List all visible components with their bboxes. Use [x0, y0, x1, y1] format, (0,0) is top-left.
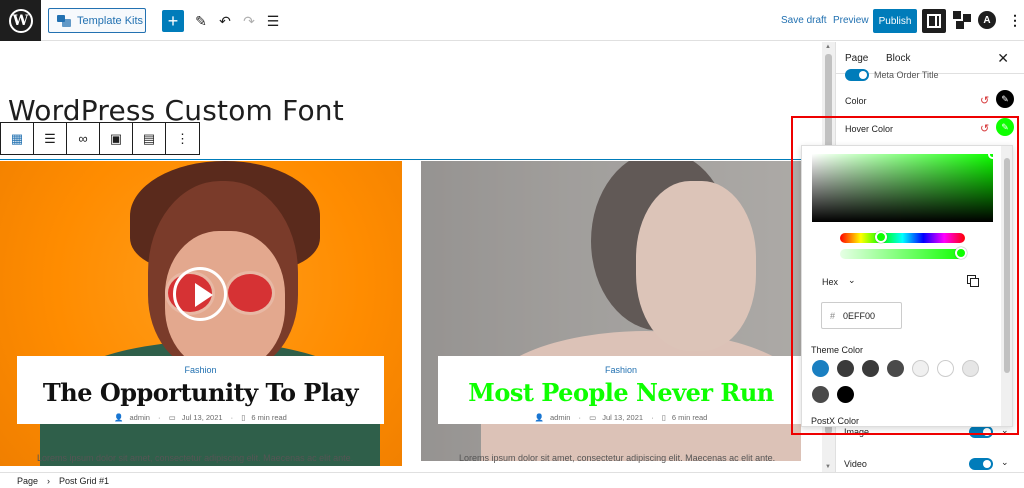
breadcrumb-page[interactable]: Page: [17, 476, 38, 486]
read-time-icon: ▯: [241, 413, 246, 422]
calendar-icon: ▭: [168, 413, 176, 422]
edit-tool-icon[interactable]: ✎: [190, 10, 212, 32]
breadcrumb-block[interactable]: Post Grid #1: [59, 476, 109, 486]
patterns-icon[interactable]: [953, 11, 971, 29]
post-read-time: 6 min read: [671, 413, 708, 422]
block-selection-outline: [0, 159, 822, 160]
meta-order-title-toggle[interactable]: [845, 69, 869, 81]
image-icon[interactable]: ▣: [100, 123, 133, 154]
calendar-icon: ▭: [589, 413, 597, 422]
layout-icon[interactable]: ▤: [133, 123, 166, 154]
publish-button[interactable]: Publish: [873, 9, 917, 33]
post-read-time: 6 min read: [251, 413, 287, 422]
breadcrumb: Page › Post Grid #1: [0, 472, 1024, 488]
post-card: Fashion The Opportunity To Play 👤 admin ·…: [17, 356, 384, 424]
close-icon[interactable]: ✕: [997, 50, 1009, 67]
more-options-icon[interactable]: ⋮: [166, 123, 199, 154]
wordpress-logo-glyph: W: [8, 8, 33, 33]
save-draft-button[interactable]: Save draft: [781, 15, 827, 26]
post-category[interactable]: Fashion: [17, 365, 384, 375]
add-block-button[interactable]: +: [162, 10, 184, 32]
color-swatch[interactable]: ✎: [996, 90, 1014, 108]
align-icon[interactable]: ☰: [34, 123, 67, 154]
video-chevron-icon[interactable]: ⌄: [1001, 457, 1009, 468]
post-author[interactable]: admin: [550, 413, 570, 422]
post-date: Jul 13, 2021: [181, 413, 223, 422]
template-kits-icon: [57, 14, 71, 27]
video-toggle[interactable]: [969, 458, 993, 470]
post-grid-icon[interactable]: ▦: [1, 123, 34, 154]
post-date: Jul 13, 2021: [602, 413, 644, 422]
reset-color-icon[interactable]: ↺: [980, 94, 989, 107]
tab-page[interactable]: Page: [845, 53, 868, 64]
editor-topbar: W Template Kits + ✎ ↶ ↷ ☰ Save draft Pre…: [0, 0, 1024, 41]
template-kits-button[interactable]: Template Kits: [48, 8, 146, 33]
block-toolbar: ▦ ☰ ∞ ▣ ▤ ⋮: [0, 122, 200, 155]
meta-order-title-label: Meta Order Title: [874, 70, 939, 80]
breadcrumb-separator-icon: ›: [47, 475, 51, 486]
highlight-frame: [791, 116, 1019, 435]
post-excerpt: Lorems ipsum dolor sit amet, consectetur…: [37, 453, 354, 463]
post-title[interactable]: Most People Never Run: [438, 378, 804, 407]
post-excerpt: Lorems ipsum dolor sit amet, consectetur…: [459, 453, 776, 463]
preview-button[interactable]: Preview: [833, 15, 869, 26]
play-icon[interactable]: [173, 267, 227, 321]
settings-toggle-icon[interactable]: [922, 9, 946, 33]
post-meta: 👤 admin · ▭ Jul 13, 2021 · ▯ 6 min read: [114, 413, 287, 422]
post-card: Fashion Most People Never Run 👤 admin · ▭…: [438, 356, 804, 424]
color-label: Color: [845, 96, 867, 106]
wordpress-logo-icon[interactable]: W: [0, 0, 41, 41]
undo-icon[interactable]: ↶: [214, 10, 236, 32]
tab-block[interactable]: Block: [886, 53, 910, 64]
link-icon[interactable]: ∞: [67, 123, 100, 154]
redo-icon[interactable]: ↷: [238, 10, 260, 32]
video-label: Video: [844, 459, 867, 469]
post-meta: 👤 admin · ▭ Jul 13, 2021 · ▯ 6 min read: [534, 413, 708, 422]
more-menu-icon[interactable]: ⋮: [1008, 12, 1022, 29]
author-icon: 👤: [114, 413, 124, 422]
post-category[interactable]: Fashion: [438, 365, 804, 375]
post-author[interactable]: admin: [129, 413, 149, 422]
astra-icon[interactable]: A: [978, 11, 996, 29]
template-kits-label: Template Kits: [77, 14, 144, 27]
document-outline-icon[interactable]: ☰: [262, 10, 284, 32]
read-time-icon: ▯: [661, 413, 666, 422]
author-icon: 👤: [534, 413, 544, 422]
post-title[interactable]: The Opportunity To Play: [17, 378, 384, 407]
